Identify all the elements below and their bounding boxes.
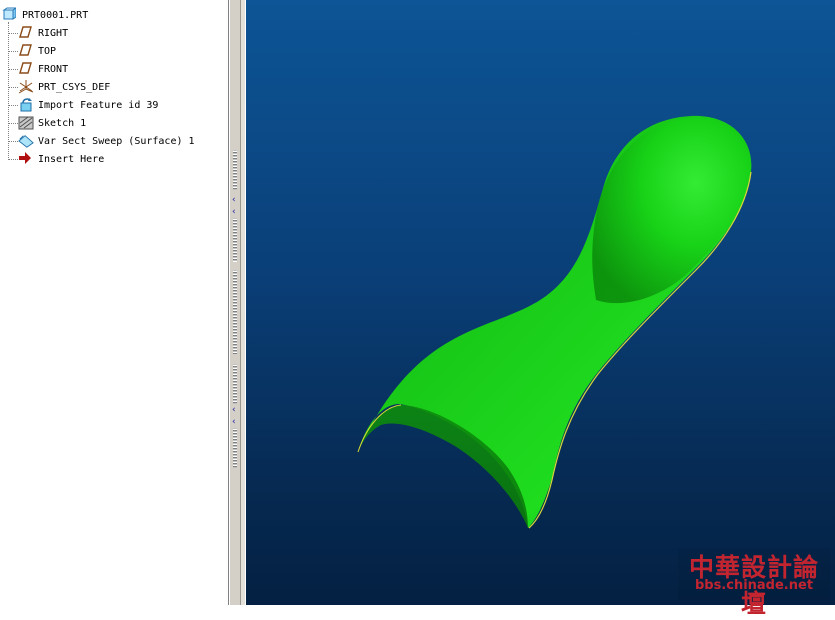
- tree-root-label: PRT0001.PRT: [22, 9, 89, 21]
- tree-connector-branch: [9, 105, 18, 106]
- tree-item[interactable]: Import Feature id 39: [18, 96, 158, 114]
- splitter-grip[interactable]: [233, 364, 237, 404]
- tree-item-label: Sketch 1: [38, 117, 87, 129]
- tree-connector-branch: [9, 87, 18, 88]
- tree-connector-branch: [9, 69, 18, 70]
- model-tree-panel: PRT0001.PRT RIGHT TOP FRONT PRT_CSYS_DEF Imp…: [0, 0, 229, 605]
- collapse-left-arrow-icon[interactable]: ‹: [232, 196, 236, 205]
- tree-connector-line: [8, 22, 9, 160]
- tree-item[interactable]: Sketch 1: [18, 114, 86, 132]
- tree-item[interactable]: RIGHT: [18, 24, 68, 42]
- collapse-left-arrow-icon[interactable]: ‹: [232, 406, 236, 415]
- tree-item[interactable]: Var Sect Sweep (Surface) 1: [18, 132, 195, 150]
- splitter-grip[interactable]: [233, 218, 237, 262]
- splitter-grip[interactable]: [233, 150, 237, 190]
- import-feature-icon: [18, 97, 34, 113]
- tree-item-label: RIGHT: [38, 27, 69, 39]
- model-bulb-surface: [592, 117, 752, 304]
- sketch-icon: [18, 115, 34, 131]
- datum-plane-icon: [18, 61, 34, 77]
- tree-item-label: Insert Here: [38, 153, 105, 165]
- tree-item-label: Var Sect Sweep (Surface) 1: [38, 135, 195, 147]
- sweep-surface-icon: [18, 133, 34, 149]
- coordinate-system-icon: [18, 79, 34, 95]
- tree-connector-branch: [9, 141, 18, 142]
- datum-plane-icon: [18, 43, 34, 59]
- tree-item-label: TOP: [38, 45, 57, 57]
- tree-item[interactable]: PRT_CSYS_DEF: [18, 78, 110, 96]
- part-icon: [2, 7, 18, 23]
- datum-plane-icon: [18, 25, 34, 41]
- tree-item[interactable]: FRONT: [18, 60, 68, 78]
- splitter-grip[interactable]: [233, 270, 237, 354]
- graphics-viewport[interactable]: [246, 0, 835, 605]
- tree-item-label: Import Feature id 39: [38, 99, 159, 111]
- insert-here-arrow-icon: [18, 151, 34, 167]
- tree-connector-branch: [9, 123, 18, 124]
- tree-connector-branch: [9, 159, 18, 160]
- forum-watermark: 中華設計論壇 bbs.chinade.net: [678, 548, 830, 618]
- collapse-left-arrow-icon[interactable]: ‹: [232, 208, 236, 217]
- splitter-grip[interactable]: [233, 428, 237, 468]
- tree-item[interactable]: Insert Here: [18, 150, 104, 168]
- sweep-surface-model[interactable]: [246, 0, 835, 605]
- panel-splitter[interactable]: ‹ ‹ › › ‹ ‹: [229, 0, 246, 605]
- tree-root-item[interactable]: PRT0001.PRT: [2, 6, 88, 24]
- tree-item[interactable]: TOP: [18, 42, 56, 60]
- tree-connector-branch: [9, 33, 18, 34]
- collapse-left-arrow-icon[interactable]: ‹: [232, 418, 236, 427]
- tree-item-label: PRT_CSYS_DEF: [38, 81, 111, 93]
- tree-connector-branch: [9, 51, 18, 52]
- tree-item-label: FRONT: [38, 63, 69, 75]
- watermark-url: bbs.chinade.net: [694, 578, 814, 593]
